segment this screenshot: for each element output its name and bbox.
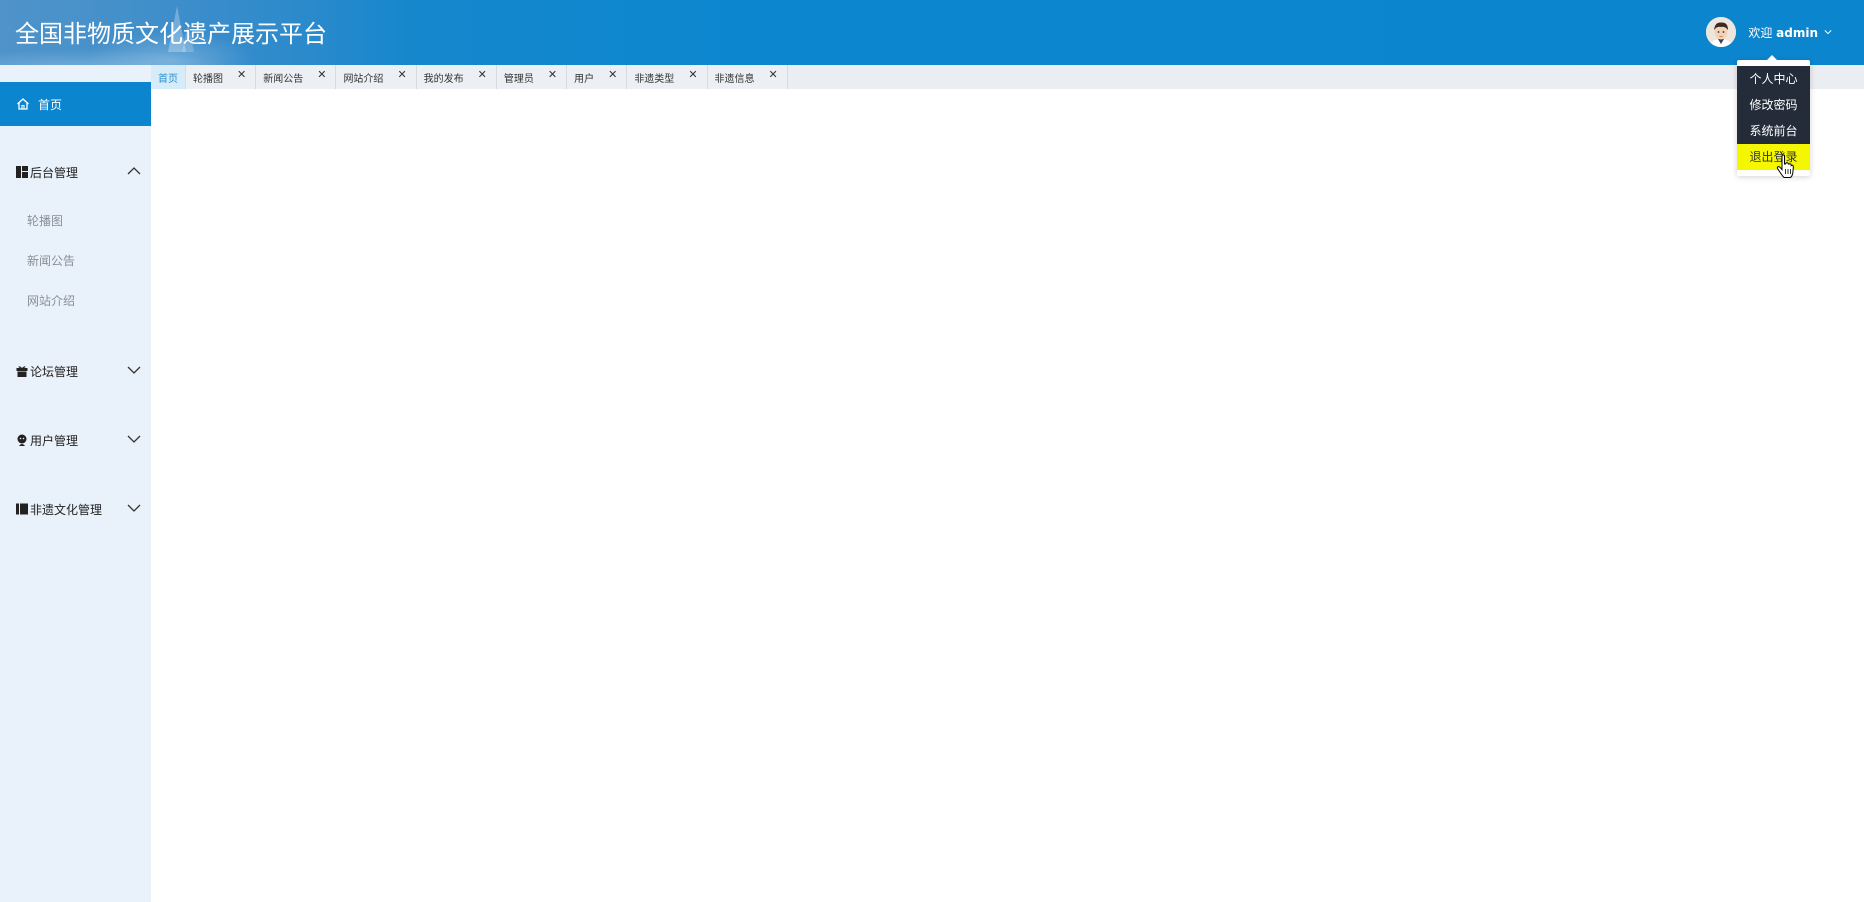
username-label: admin bbox=[1776, 25, 1818, 40]
user-dropdown-menu: 个人中心 修改密码 系统前台 退出登录 bbox=[1737, 55, 1810, 176]
book-icon bbox=[16, 503, 28, 515]
sidebar-item-news[interactable]: 新闻公告 bbox=[27, 252, 75, 269]
menu-item-logout[interactable]: 退出登录 bbox=[1737, 144, 1810, 170]
dropdown-arrow bbox=[1767, 55, 1777, 60]
tab-heritage-types[interactable]: 非遗类型 ✕ bbox=[627, 65, 708, 89]
sidebar-group-forum[interactable]: 论坛管理 bbox=[0, 353, 151, 389]
sidebar-group-label: 后台管理 bbox=[30, 165, 79, 180]
chevron-down-icon bbox=[127, 435, 141, 443]
sidebar-group-label: 用户管理 bbox=[30, 433, 79, 448]
tab-label: 轮播图 bbox=[193, 73, 223, 85]
sidebar-group-users[interactable]: 用户管理 bbox=[0, 422, 151, 458]
tab-label: 用户 bbox=[574, 73, 595, 85]
close-icon[interactable]: ✕ bbox=[688, 68, 697, 81]
close-icon[interactable]: ✕ bbox=[397, 68, 406, 81]
chevron-down-icon bbox=[1824, 30, 1832, 35]
sidebar-group-backend[interactable]: 后台管理 bbox=[0, 154, 151, 190]
tab-home[interactable]: 首页 bbox=[151, 65, 186, 89]
sidebar-item-home-label: 首页 bbox=[38, 97, 63, 112]
sidebar-item-home[interactable]: 首页 bbox=[0, 82, 151, 126]
avatar[interactable] bbox=[1706, 17, 1737, 47]
tab-label: 首页 bbox=[158, 73, 178, 85]
chevron-down-icon bbox=[127, 366, 141, 374]
tab-label: 新闻公告 bbox=[263, 73, 304, 85]
close-icon[interactable]: ✕ bbox=[548, 68, 557, 81]
tabs-bar: 首页 轮播图 ✕ 新闻公告 ✕ 网站介绍 ✕ 我的发布 ✕ 管理员 ✕ 用户 ✕… bbox=[151, 65, 1864, 89]
close-icon[interactable]: ✕ bbox=[608, 68, 617, 81]
tab-label: 非遗信息 bbox=[714, 73, 755, 85]
tab-site-intro[interactable]: 网站介绍 ✕ bbox=[336, 65, 417, 89]
tab-users[interactable]: 用户 ✕ bbox=[567, 65, 628, 89]
avatar-icon bbox=[1706, 17, 1737, 47]
chevron-up-icon bbox=[127, 167, 141, 175]
top-header: 全国非物质文化遗产展示平台 欢迎 admin bbox=[0, 0, 1864, 65]
tab-my-posts[interactable]: 我的发布 ✕ bbox=[416, 65, 497, 89]
welcome-prefix: 欢迎 bbox=[1748, 25, 1777, 40]
close-icon[interactable]: ✕ bbox=[769, 68, 778, 81]
tab-carousel[interactable]: 轮播图 ✕ bbox=[186, 65, 257, 89]
welcome-text[interactable]: 欢迎 admin bbox=[1748, 24, 1818, 41]
sidebar-item-site-intro[interactable]: 网站介绍 bbox=[27, 292, 75, 309]
tab-heritage-info[interactable]: 非遗信息 ✕ bbox=[707, 65, 788, 89]
tab-label: 我的发布 bbox=[423, 73, 464, 85]
user-menu-trigger[interactable]: 欢迎 admin bbox=[1706, 16, 1832, 48]
user-icon bbox=[17, 434, 27, 446]
menu-item-change-password[interactable]: 修改密码 bbox=[1737, 92, 1810, 118]
tab-label: 非遗类型 bbox=[634, 73, 675, 85]
tab-admins[interactable]: 管理员 ✕ bbox=[496, 65, 568, 89]
dashboard-icon bbox=[16, 166, 28, 178]
app-title: 全国非物质文化遗产展示平台 bbox=[15, 20, 327, 48]
sidebar-group-heritage[interactable]: 非遗文化管理 bbox=[0, 491, 151, 527]
tab-news[interactable]: 新闻公告 ✕ bbox=[256, 65, 337, 89]
sidebar-item-carousel[interactable]: 轮播图 bbox=[27, 212, 63, 229]
sidebar: 首页 后台管理 轮播图 新闻公告 网站介绍 论坛管理 用户管理 非遗文化管理 bbox=[0, 65, 151, 902]
gift-icon bbox=[16, 366, 28, 377]
tab-label: 管理员 bbox=[503, 73, 534, 85]
hand-cursor-icon bbox=[1776, 154, 1794, 178]
main-content-area bbox=[151, 89, 1864, 902]
home-icon bbox=[17, 98, 29, 110]
close-icon[interactable]: ✕ bbox=[237, 68, 246, 81]
menu-item-profile[interactable]: 个人中心 bbox=[1737, 66, 1810, 92]
close-icon[interactable]: ✕ bbox=[478, 68, 487, 81]
sidebar-group-label: 非遗文化管理 bbox=[30, 502, 103, 517]
menu-item-frontend[interactable]: 系统前台 bbox=[1737, 118, 1810, 144]
sidebar-group-label: 论坛管理 bbox=[30, 364, 79, 379]
chevron-down-icon bbox=[127, 504, 141, 512]
tab-label: 网站介绍 bbox=[343, 73, 384, 85]
close-icon[interactable]: ✕ bbox=[317, 68, 326, 81]
